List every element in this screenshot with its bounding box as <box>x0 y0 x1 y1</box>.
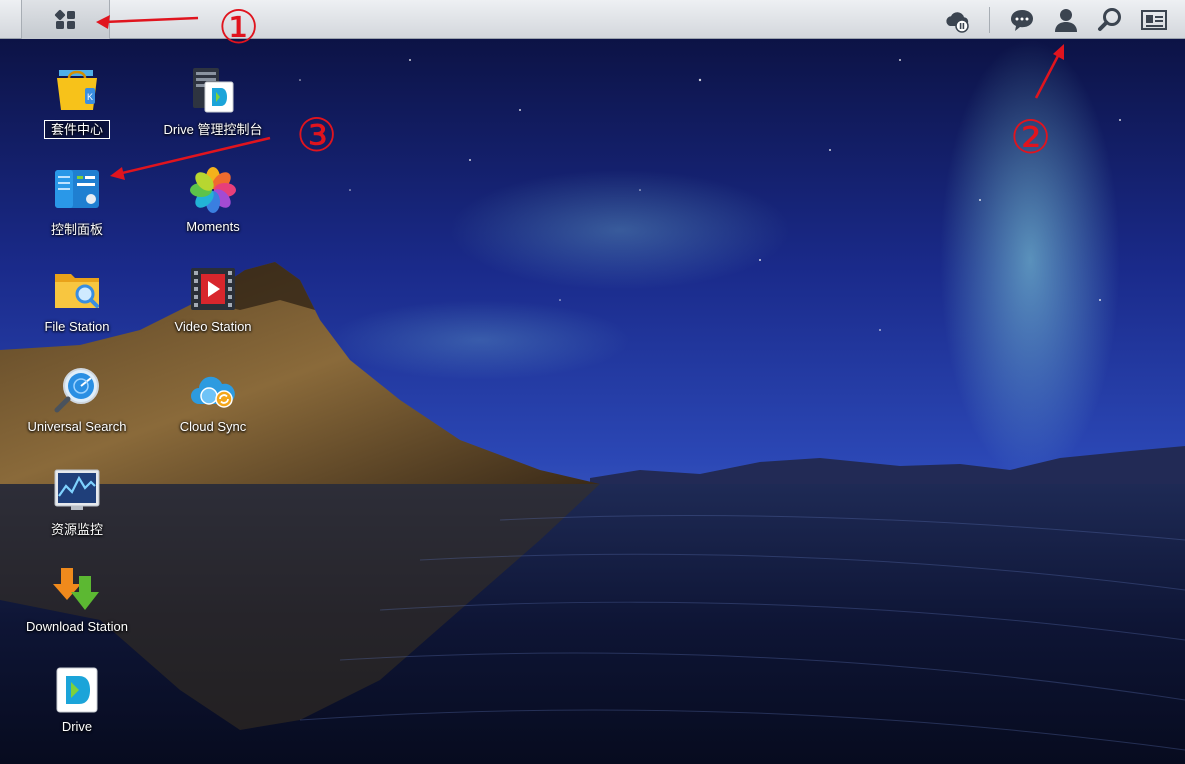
annotation-marker-2: ② <box>1010 110 1052 164</box>
desktop-icon-label: Video Station <box>174 319 252 334</box>
desktop-icon-drive[interactable]: Drive <box>12 666 142 756</box>
desktop-icon-cloud-sync[interactable]: Cloud Sync <box>148 366 278 456</box>
desktop-icon-file-station[interactable]: File Station <box>12 266 142 356</box>
universal-search-icon <box>54 368 99 413</box>
package-center-icon: K <box>57 70 97 110</box>
taskbar <box>0 0 1185 39</box>
desktop-icon-video-station[interactable]: Video Station <box>148 266 278 356</box>
desktop-icon-label: 控制面板 <box>50 222 103 237</box>
notifications-chat-icon[interactable] <box>1008 6 1036 34</box>
desktop-icon-label: Download Station <box>26 619 128 634</box>
desktop-icon-universal-search[interactable]: Universal Search <box>12 366 142 456</box>
desktop-icon-label: 资源监控 <box>50 522 103 537</box>
file-station-icon <box>55 274 99 308</box>
desktop-icon-label: Cloud Sync <box>179 419 247 434</box>
cloud-sync-icon <box>191 376 235 408</box>
drive-icon <box>56 667 98 713</box>
drive-admin-console-icon <box>193 68 234 113</box>
widgets-icon[interactable] <box>1140 6 1168 34</box>
main-menu-button[interactable] <box>21 0 110 39</box>
desktop-icon-drive-admin-console[interactable]: Drive 管理控制台 <box>148 66 278 156</box>
desktop-icon-control-panel[interactable]: 控制面板 <box>12 166 142 256</box>
search-icon[interactable] <box>1096 6 1124 34</box>
annotation-marker-1: ① <box>218 0 260 54</box>
control-panel-icon <box>55 170 99 208</box>
desktop-icon-label: 套件中心 <box>12 119 142 139</box>
user-icon[interactable] <box>1052 6 1080 34</box>
desktop-icon-label: Drive 管理控制台 <box>163 122 263 137</box>
desktop-icon-label: File Station <box>44 319 110 334</box>
svg-text:K: K <box>87 92 93 102</box>
desktop-icon-label: Moments <box>186 219 240 234</box>
apps-grid-icon <box>54 9 75 29</box>
resource-monitor-icon <box>54 469 100 510</box>
cloud-sync-status-icon[interactable] <box>944 6 972 34</box>
desktop-icon-package-center[interactable]: K 套件中心 <box>12 66 142 156</box>
moments-icon <box>190 167 236 213</box>
desktop-icon-download-station[interactable]: Download Station <box>12 566 142 656</box>
download-station-icon <box>53 568 99 610</box>
desktop-icon-moments[interactable]: Moments <box>148 166 278 256</box>
desktop-icon-label: Drive <box>61 719 93 734</box>
taskbar-separator <box>989 7 990 33</box>
desktop-icon-resource-monitor[interactable]: 资源监控 <box>12 466 142 556</box>
video-station-icon <box>191 268 235 310</box>
desktop-icon-label: Universal Search <box>27 419 127 434</box>
annotation-marker-3: ③ <box>296 108 338 162</box>
